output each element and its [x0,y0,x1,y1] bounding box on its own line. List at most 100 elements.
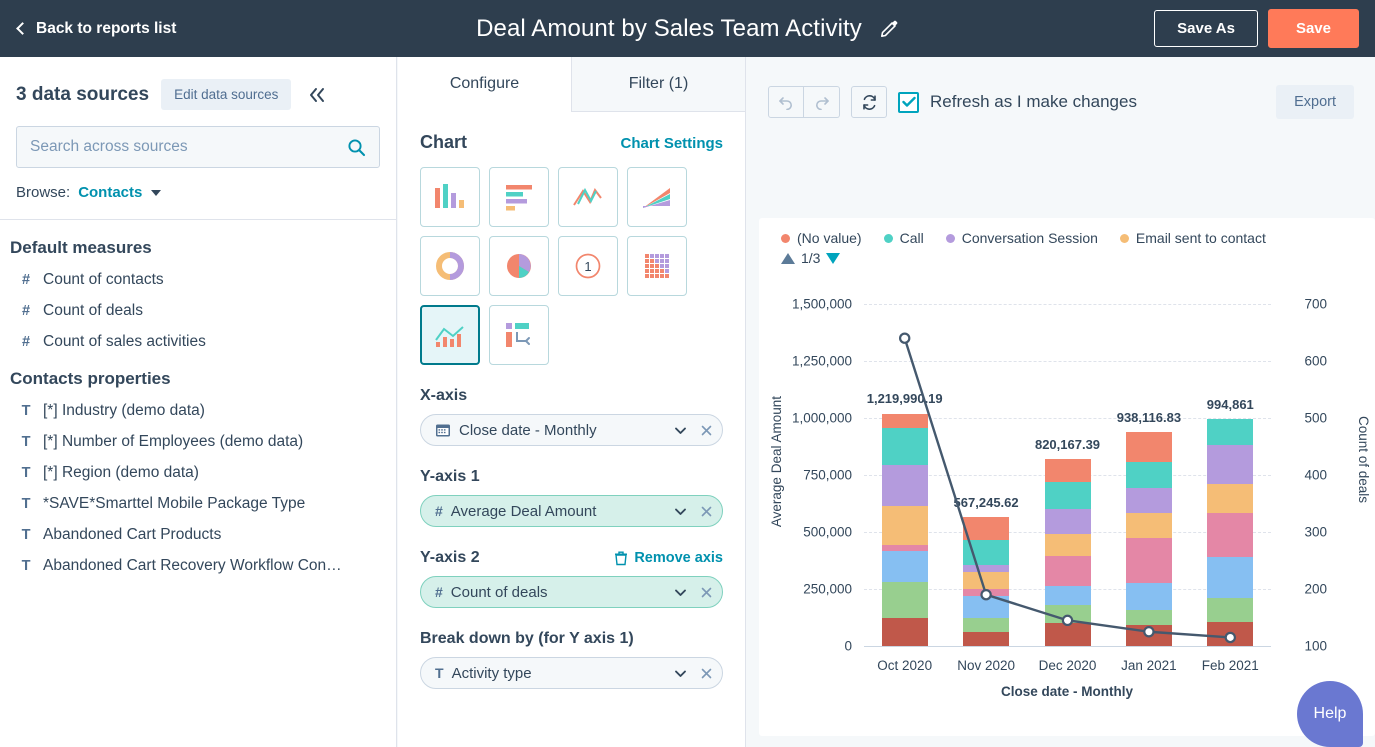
chart-toolbar: Refresh as I make changes Export [747,57,1375,119]
remove-axis-button[interactable]: Remove axis [614,550,723,566]
refresh-icon[interactable] [851,86,887,118]
chart-type-horizontal-bar-chart-icon[interactable] [489,167,549,227]
chart-settings-link[interactable]: Chart Settings [620,135,723,152]
field-type-icon: # [21,272,31,288]
line-data-point[interactable] [1224,631,1236,644]
save-button[interactable]: Save [1267,9,1359,48]
help-button[interactable]: Help [1297,681,1363,747]
configure-panel: Configure Filter (1) Chart Chart Setting… [398,57,746,747]
calendar-icon [436,424,450,437]
chart-card: (No value) Call Conversation Session Ema… [759,218,1375,736]
breakdown-value: Activity type [451,664,532,682]
legend-swatch [883,233,893,243]
close-icon[interactable] [699,666,714,681]
legend-label: Conversation Session [961,230,1098,246]
legend-swatch [781,233,790,243]
close-icon[interactable] [699,504,714,519]
field-row-abandoned-cart-recovery-workflow[interactable]: T Abandoned Cart Recovery Workflow Con… [0,544,396,575]
field-label: Count of deals [43,302,143,319]
y-axis-1-value: Average Deal Amount [450,502,597,520]
chart-type-pivot-table-icon[interactable] [489,305,549,365]
chevron-down-icon[interactable] [672,422,689,439]
line-data-point[interactable] [1061,614,1074,627]
line-data-point[interactable] [980,589,992,601]
back-to-reports-list-link[interactable]: Back to reports list [16,20,176,38]
legend-item-email-sent-to-contact[interactable]: Email sent to contact [1119,230,1266,246]
undo-icon[interactable] [768,86,804,118]
edit-data-sources-button[interactable]: Edit data sources [161,79,292,110]
page-title: Deal Amount by Sales Team Activity [476,14,862,42]
legend-swatch [945,233,955,243]
line-data-point[interactable] [898,332,911,344]
redo-icon[interactable] [804,86,840,118]
chart-type-vertical-bar-chart-icon[interactable] [420,167,480,227]
chart-type-pie-chart-icon[interactable] [489,236,549,296]
close-icon[interactable] [699,423,714,438]
x-axis-pill[interactable]: Close date - Monthly [420,414,723,446]
chart-type-line-chart-icon[interactable] [558,167,618,227]
field-row-industry[interactable]: T [*] Industry (demo data) [0,389,396,420]
legend-label: Email sent to contact [1135,230,1266,246]
legend-page-next-icon[interactable] [826,252,841,264]
field-label: Count of sales activities [43,333,206,350]
search-across-sources-box[interactable] [16,126,380,168]
edit-title-pencil-icon[interactable] [880,19,899,38]
field-type-icon: T [21,465,31,481]
x-axis-block: X-axis Close date - Monthly [420,387,723,446]
field-row-number-of-employees[interactable]: T [*] Number of Employees (demo data) [0,420,396,451]
svg-text:1: 1 [584,259,591,274]
browse-value[interactable]: Contacts [78,184,142,201]
field-row-count-of-contacts[interactable]: # Count of contacts [0,258,396,289]
collapse-panel-icon[interactable] [307,86,329,104]
y-axis-1-block: Y-axis 1 # Average Deal Amount [420,468,723,527]
field-type-icon: T [21,527,31,543]
field-row-count-of-deals[interactable]: # Count of deals [0,289,396,320]
legend-page-indicator: 1/3 [801,250,821,266]
y-axis-2-pill[interactable]: # Count of deals [420,576,723,608]
chart-type-donut-chart-icon[interactable] [420,236,480,296]
refresh-checkbox-label[interactable]: Refresh as I make changes [930,92,1137,112]
legend-item-call[interactable]: Call [883,230,924,246]
field-type-icon: # [21,334,31,350]
chart-type-heatmap-chart-icon[interactable] [627,236,687,296]
field-label: *SAVE*Smarttel Mobile Package Type [43,495,306,512]
field-row-count-of-sales-activities[interactable]: # Count of sales activities [0,320,396,351]
breakdown-pill[interactable]: T Activity type [420,657,723,689]
chart-type-single-value-chart-icon[interactable]: 1 [558,236,618,296]
line-data-point[interactable] [1143,626,1155,638]
property-type-icon: T [435,665,444,681]
data-sources-count: 3 data sources [16,83,150,105]
field-row-smarttel-mobile-package-type[interactable]: T *SAVE*Smarttel Mobile Package Type [0,482,396,513]
chevron-down-icon[interactable] [672,503,689,520]
chart-heading: Chart [420,132,468,152]
field-type-icon: T [21,403,31,419]
field-type-icon: T [21,434,31,450]
topbar-actions: Save As Save [1154,0,1359,57]
chart-type-combo-chart-icon[interactable] [420,305,480,365]
legend-item-no-value[interactable]: (No value) [781,230,862,246]
y-axis-1-pill[interactable]: # Average Deal Amount [420,495,723,527]
chevron-down-icon[interactable] [151,189,162,196]
search-input[interactable] [30,138,347,156]
legend-label: Call [899,230,924,246]
tab-filter[interactable]: Filter (1) [571,57,745,112]
tab-configure[interactable]: Configure [398,57,571,112]
field-row-region[interactable]: T [*] Region (demo data) [0,451,396,482]
x-axis-label: X-axis [420,387,468,404]
chevron-down-icon[interactable] [672,665,689,682]
y-axis-2-label: Y-axis 2 [420,549,480,566]
group-title: Contacts properties [10,369,171,388]
search-icon[interactable] [347,138,366,157]
export-button[interactable]: Export [1276,85,1354,119]
save-as-button[interactable]: Save As [1154,10,1258,47]
close-icon[interactable] [699,585,714,600]
legend-page-prev-icon[interactable] [781,252,795,264]
legend-pager: 1/3 [759,246,1375,266]
browse-label: Browse: [16,184,71,201]
breakdown-label: Break down by (for Y axis 1) [420,630,634,647]
refresh-as-i-make-changes-checkbox[interactable] [898,91,919,113]
legend-item-conversation-session[interactable]: Conversation Session [945,230,1098,246]
chevron-down-icon[interactable] [672,584,689,601]
field-row-abandoned-cart-products[interactable]: T Abandoned Cart Products [0,513,396,544]
chart-type-area-chart-icon[interactable] [627,167,687,227]
